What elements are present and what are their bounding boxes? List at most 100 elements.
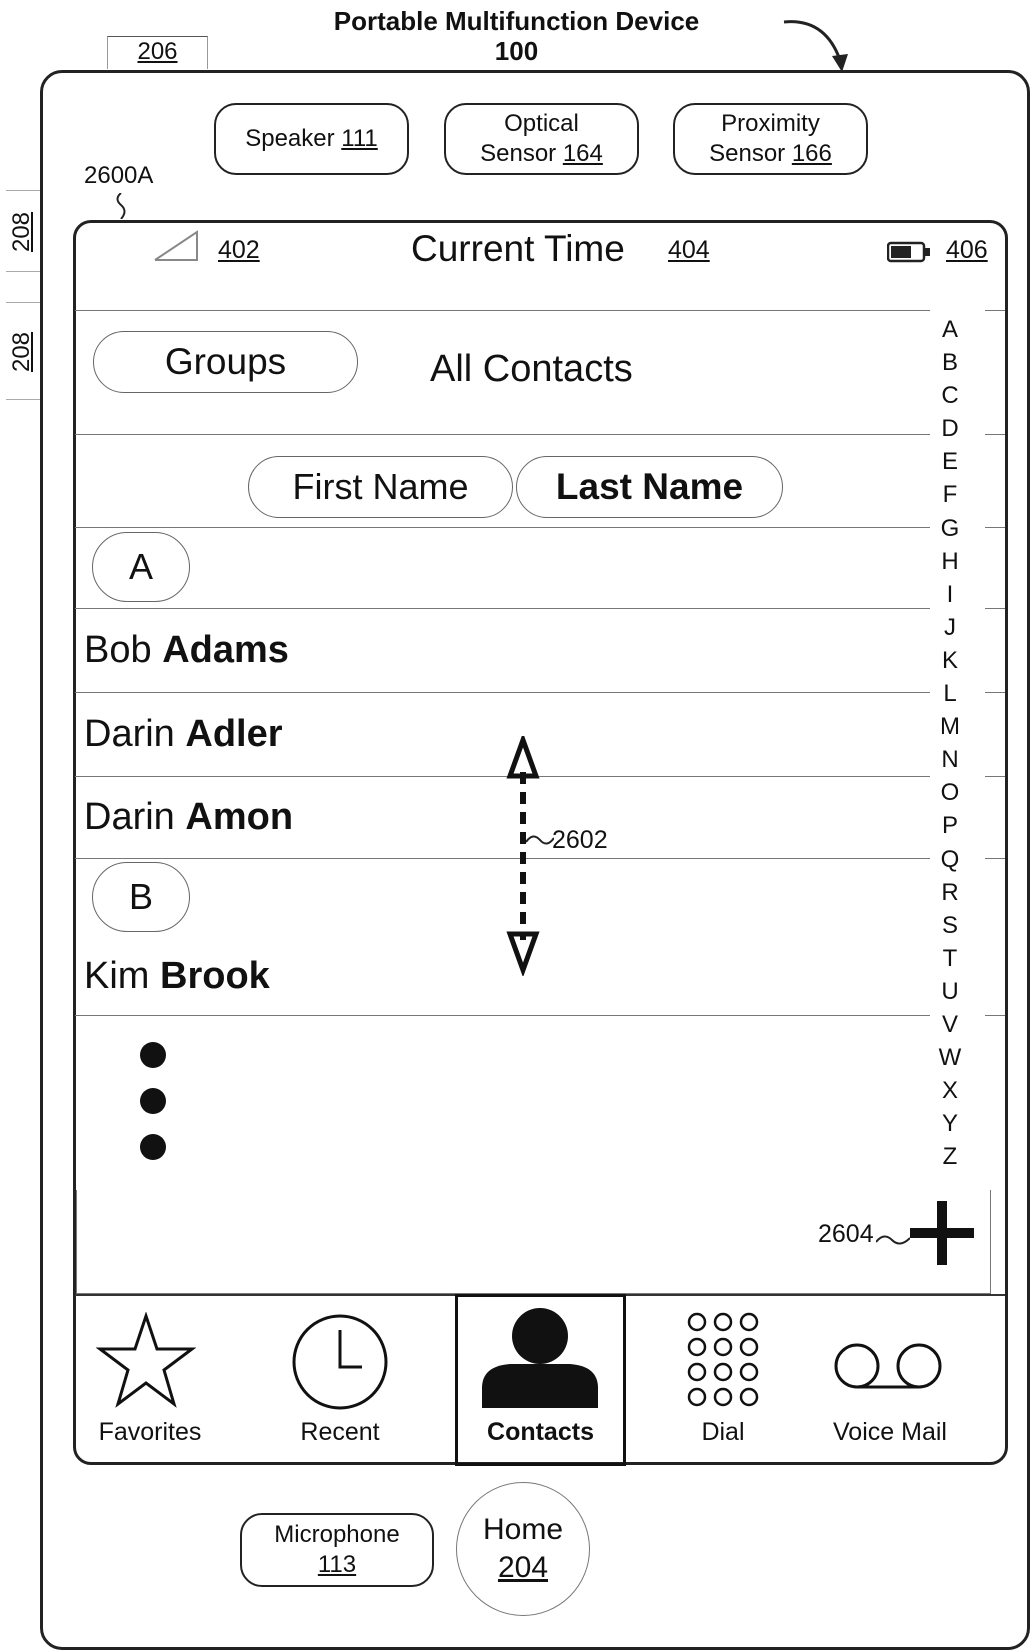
microphone-name: Microphone — [274, 1521, 400, 1548]
proximity-ref: 166 — [791, 140, 832, 167]
device-pointer-arrow-icon — [783, 20, 848, 72]
contact-last-name: Adler — [185, 713, 283, 755]
microphone-label: Microphone 113 — [240, 1513, 434, 1587]
contact-first-name: Kim — [84, 955, 150, 997]
tab-recent-label: Recent — [300, 1418, 380, 1446]
contact-divider-3 — [75, 858, 930, 859]
alphabet-index-letter-c[interactable]: C — [935, 379, 965, 412]
alphabet-index-letter-z[interactable]: Z — [935, 1140, 965, 1173]
alphabet-index-letter-j[interactable]: J — [935, 611, 965, 644]
sort-last-name-button[interactable]: Last Name — [516, 456, 783, 518]
alphabet-index-letter-r[interactable]: R — [935, 876, 965, 909]
alphabet-index-letter-n[interactable]: N — [935, 743, 965, 776]
ref-206: 206 — [107, 36, 208, 69]
sort-divider-right — [985, 527, 1005, 528]
side-ref-208-b: 208 — [8, 331, 35, 373]
alphabet-index-letter-v[interactable]: V — [935, 1008, 965, 1041]
clock-icon — [292, 1314, 388, 1410]
section-a-letter: A — [128, 546, 153, 587]
section-header-a: A — [92, 532, 190, 602]
signal-icon — [154, 230, 198, 261]
contact-last-name: Amon — [185, 796, 294, 838]
contact-divider-2-right — [985, 776, 1005, 777]
alphabet-index-letter-e[interactable]: E — [935, 445, 965, 478]
alphabet-index-letter-f[interactable]: F — [935, 478, 965, 511]
side-ref-208-a: 208 — [8, 211, 35, 253]
status-bar-divider-right — [985, 310, 1005, 311]
alphabet-index-letter-k[interactable]: K — [935, 644, 965, 677]
alphabet-index-letter-m[interactable]: M — [935, 710, 965, 743]
speaker-text: Speaker 111 — [245, 124, 378, 154]
star-icon — [96, 1312, 196, 1408]
alphabet-index-letter-b[interactable]: B — [935, 346, 965, 379]
alphabet-index-letter-d[interactable]: D — [935, 412, 965, 445]
tab-contacts-label: Contacts — [487, 1418, 594, 1446]
sort-first-name-button[interactable]: First Name — [248, 456, 513, 518]
tab-favorites-label: Favorites — [98, 1418, 202, 1446]
device-title-text: Portable Multifunction Device — [333, 6, 700, 36]
alphabet-index-letter-p[interactable]: P — [935, 809, 965, 842]
alphabet-index-letter-y[interactable]: Y — [935, 1107, 965, 1140]
alphabet-index-letter-w[interactable]: W — [935, 1041, 965, 1074]
section-b-letter: B — [128, 876, 153, 917]
sort-first-name-label: First Name — [292, 466, 469, 507]
optical-sensor-label: Optical Sensor 164 — [444, 103, 639, 175]
microphone-ref: 113 — [317, 1551, 357, 1578]
alphabet-index-letter-a[interactable]: A — [935, 313, 965, 346]
contact-last-name: Adams — [162, 629, 289, 671]
signal-ref: 402 — [218, 236, 260, 264]
add-ref: 2604 — [818, 1220, 874, 1248]
add-contact-plus-icon[interactable] — [908, 1199, 976, 1267]
scroll-ref: 2602 — [552, 826, 608, 854]
voicemail-icon — [834, 1343, 942, 1389]
section-a-divider-right — [985, 608, 1005, 609]
alphabet-index-letter-t[interactable]: T — [935, 942, 965, 975]
alphabet-index-letter-i[interactable]: I — [935, 578, 965, 611]
optical-ref: 164 — [562, 140, 603, 167]
alphabet-index-letter-g[interactable]: G — [935, 512, 965, 545]
optical-line-2: Sensor 164 — [480, 139, 603, 169]
alphabet-index-letter-x[interactable]: X — [935, 1074, 965, 1107]
ref-206-text: 206 — [137, 38, 178, 65]
optical-line-1: Optical — [504, 110, 579, 137]
proximity-line-2: Sensor 166 — [709, 139, 832, 169]
section-header-b: B — [92, 862, 190, 932]
proximity-name: Sensor — [709, 140, 786, 167]
contact-row-darin-adler[interactable]: Darin Adler — [84, 712, 283, 756]
scroll-gesture-arrow-icon — [506, 736, 540, 976]
current-time: Current Time — [411, 228, 625, 269]
contact-row-bob-adams[interactable]: Bob Adams — [84, 628, 289, 672]
more-contacts-ellipsis-icon — [140, 1042, 166, 1160]
proximity-sensor-label: Proximity Sensor 166 — [673, 103, 868, 175]
speaker-ref: 111 — [341, 125, 378, 152]
contact-divider-4-right — [985, 1015, 1005, 1016]
speaker-name: Speaker — [245, 125, 335, 152]
contact-row-kim-brook[interactable]: Kim Brook — [84, 954, 270, 998]
contact-first-name: Darin — [84, 713, 175, 755]
screen-ref-2600a: 2600A — [84, 162, 154, 189]
alphabet-index-letter-s[interactable]: S — [935, 909, 965, 942]
alphabet-index-letter-l[interactable]: L — [935, 677, 965, 710]
all-contacts-title: All Contacts — [430, 348, 633, 390]
groups-button-label: Groups — [164, 341, 287, 382]
add-ref-squiggle-icon — [876, 1235, 910, 1245]
alphabet-index-letter-h[interactable]: H — [935, 545, 965, 578]
alphabet-index-letter-u[interactable]: U — [935, 975, 965, 1008]
groups-button[interactable]: Groups — [93, 331, 358, 393]
section-a-divider — [75, 608, 930, 609]
speaker-label: Speaker 111 — [214, 103, 409, 175]
tab-dial-label: Dial — [701, 1418, 745, 1446]
contact-last-name: Brook — [160, 955, 270, 997]
contact-first-name: Darin — [84, 796, 175, 838]
header-divider-right — [985, 434, 1005, 435]
contact-divider-2 — [75, 776, 930, 777]
contact-first-name: Bob — [84, 629, 152, 671]
contact-row-darin-amon[interactable]: Darin Amon — [84, 795, 293, 839]
contact-divider-3-right — [985, 858, 1005, 859]
home-button[interactable]: Home 204 — [456, 1482, 590, 1616]
alphabet-index-letter-q[interactable]: Q — [935, 843, 965, 876]
alphabet-index-letter-o[interactable]: O — [935, 776, 965, 809]
tab-voice-mail-label: Voice Mail — [833, 1418, 947, 1446]
alphabet-index[interactable]: ABCDEFGHIJKLMNOPQRSTUVWXYZ — [935, 313, 965, 1173]
sort-divider — [75, 527, 930, 528]
